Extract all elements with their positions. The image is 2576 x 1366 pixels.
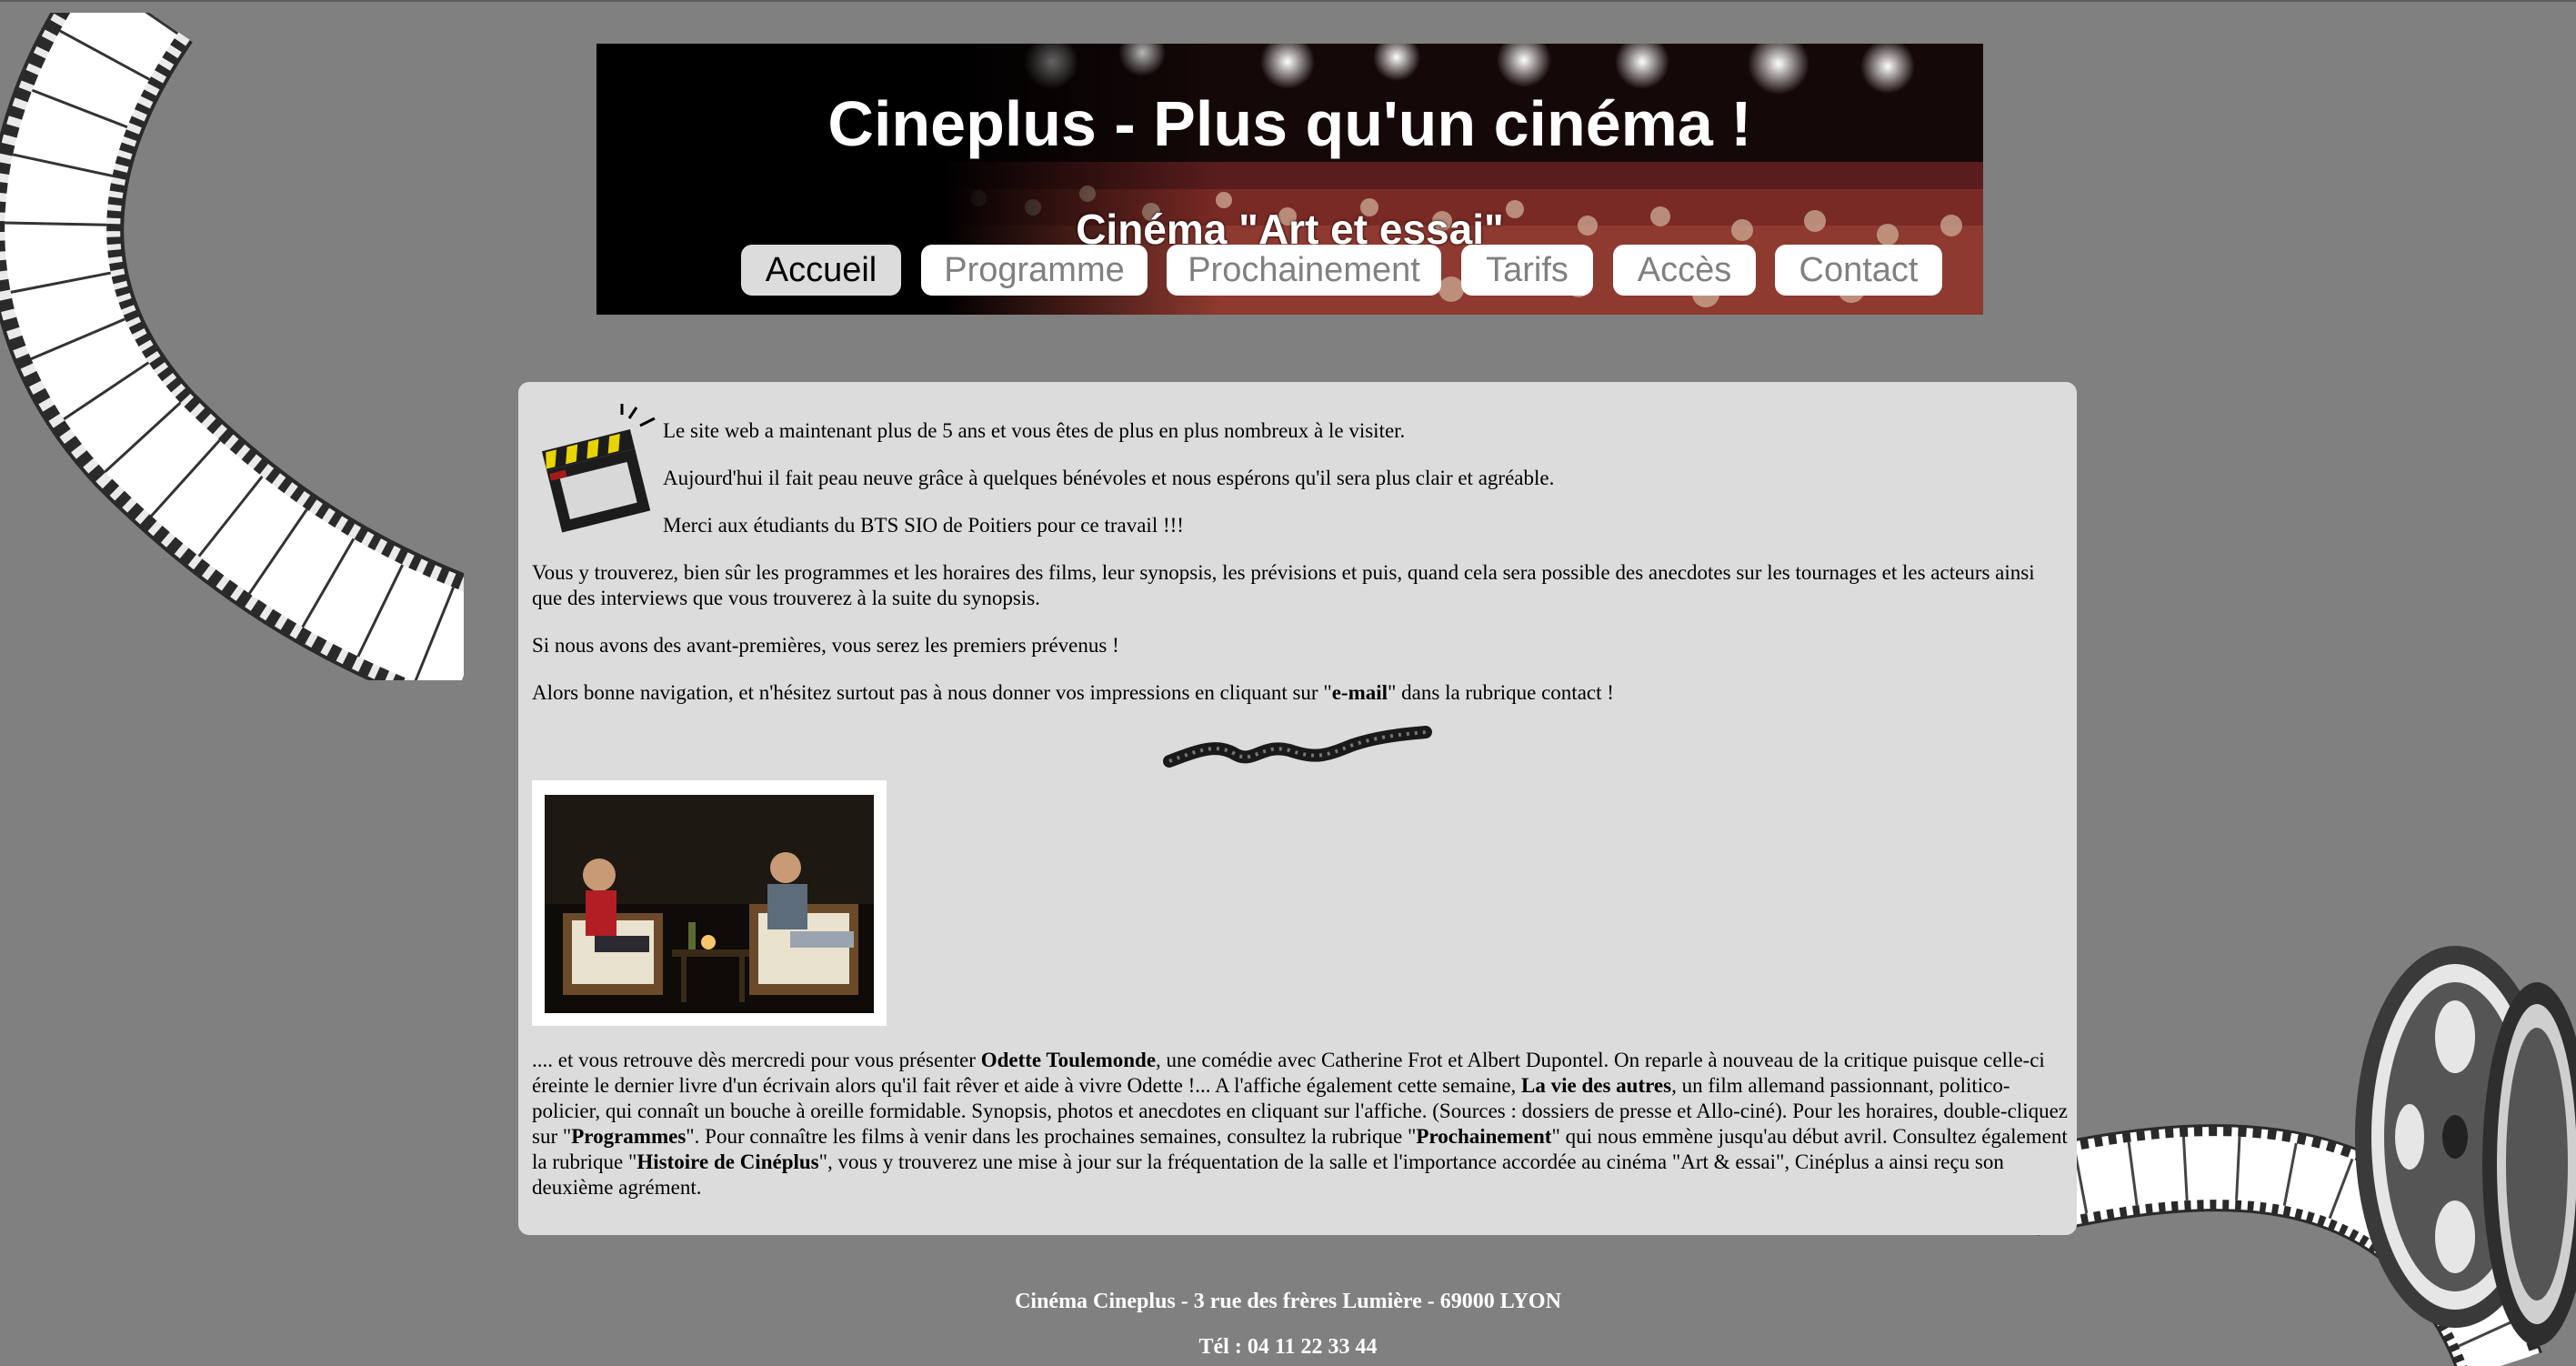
intro-line-3: Merci aux étudiants du BTS SIO de Poitie…: [663, 514, 1184, 537]
article-text-4: ". Pour connaître les films à venir dans…: [686, 1125, 1417, 1148]
nav-acces[interactable]: Accès: [1613, 245, 1756, 296]
nav-accueil[interactable]: Accueil: [741, 245, 901, 296]
clapperboard-icon: [541, 404, 656, 533]
paragraph-premieres: Si nous avons des avant-premières, vous …: [532, 634, 1119, 657]
nav-tarifs[interactable]: Tarifs: [1461, 245, 1593, 296]
film-squiggle-decoration: [1163, 726, 1432, 768]
footer-phone: Tél : 04 11 22 33 44: [1198, 1335, 1378, 1359]
article-paragraph: .... et vous retrouve dès mercredi pour …: [532, 1048, 2070, 1200]
article-text-1: .... et vous retrouve dès mercredi pour …: [532, 1049, 981, 1071]
nav-text-after: " dans la rubrique contact !: [1388, 681, 1614, 704]
paragraph-navigation: Alors bonne navigation, et n'hésitez sur…: [532, 680, 1614, 706]
film-title-vie-des-autres: La vie des autres: [1521, 1074, 1672, 1097]
nav-prochainement[interactable]: Prochainement: [1167, 245, 1441, 296]
histoire-reference: Histoire de Cinéplus: [636, 1150, 819, 1173]
programmes-reference: Programmes: [571, 1125, 687, 1148]
top-border: [0, 0, 2576, 2]
main-content-panel: Le site web a maintenant plus de 5 ans e…: [518, 382, 2077, 1235]
prochainement-reference: Prochainement: [1416, 1125, 1552, 1148]
movie-still-image: [545, 795, 874, 1013]
film-title-odette: Odette Toulemonde: [980, 1049, 1157, 1071]
nav-text-before: Alors bonne navigation, et n'hésitez sur…: [532, 681, 1332, 704]
intro-line-2: Aujourd'hui il fait peau neuve grâce à q…: [663, 467, 1555, 489]
footer-address: Cinéma Cineplus - 3 rue des frères Lumiè…: [1015, 1290, 1561, 1313]
site-title: Cineplus - Plus qu'un cinéma !: [827, 88, 1752, 159]
paragraph-features: Vous y trouverez, bien sûr les programme…: [532, 561, 2035, 609]
email-link[interactable]: e-mail: [1332, 681, 1388, 704]
film-strip-left-decoration: [0, 13, 464, 680]
film-poster-photo[interactable]: [532, 780, 887, 1026]
intro-line-1: Le site web a maintenant plus de 5 ans e…: [663, 419, 1406, 442]
nav-contact[interactable]: Contact: [1775, 245, 1942, 296]
header-banner: Cineplus - Plus qu'un cinéma ! Cinéma "A…: [596, 44, 1983, 315]
nav-programme[interactable]: Programme: [921, 245, 1148, 296]
